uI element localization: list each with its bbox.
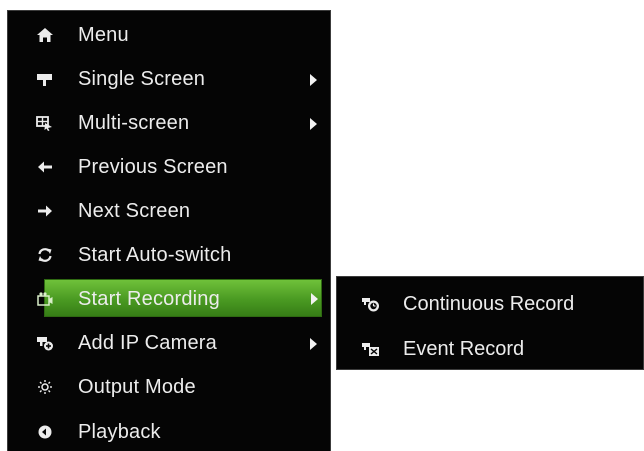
menu-item-next-screen[interactable]: Next Screen — [8, 192, 330, 230]
menu-item-playback[interactable]: Playback — [8, 413, 330, 451]
playback-icon — [34, 413, 56, 451]
menu-item-label: Previous Screen — [78, 156, 228, 178]
menu-item-label: Next Screen — [78, 200, 191, 222]
menu-item-label: Playback — [78, 421, 161, 443]
output-mode-icon — [34, 368, 56, 406]
event-record-icon — [359, 327, 383, 371]
refresh-icon — [34, 236, 56, 274]
arrow-left-icon — [34, 148, 56, 186]
multi-screen-icon — [34, 104, 56, 142]
menu-item-label: Add IP Camera — [78, 332, 217, 354]
submenu-arrow-icon — [311, 293, 318, 305]
menu-item-label: Output Mode — [78, 376, 196, 398]
menu-item-add-ip-camera[interactable]: Add IP Camera — [8, 324, 330, 362]
menu-item-multi-screen[interactable]: Multi-screen — [8, 104, 330, 142]
menu-item-start-recording[interactable]: Start Recording — [37, 279, 322, 317]
menu-item-label: Multi-screen — [78, 112, 190, 134]
arrow-right-icon — [34, 192, 56, 230]
menu-item-output-mode[interactable]: Output Mode — [8, 368, 330, 406]
submenu-arrow-icon — [310, 338, 317, 350]
submenu-item-label: Continuous Record — [403, 293, 575, 315]
menu-item-label: Single Screen — [78, 68, 206, 90]
submenu-item-event-record[interactable]: Event Record — [337, 327, 643, 371]
menu-item-menu[interactable]: Menu — [8, 16, 330, 54]
submenu-arrow-icon — [310, 118, 317, 130]
continuous-record-icon — [359, 282, 383, 326]
recording-icon — [34, 280, 56, 318]
submenu-item-label: Event Record — [403, 338, 525, 360]
menu-item-label: Start Auto-switch — [78, 244, 232, 266]
menu-item-start-auto-switch[interactable]: Start Auto-switch — [8, 236, 330, 274]
submenu-item-continuous-record[interactable]: Continuous Record — [337, 282, 643, 326]
context-menu: Menu Single Screen Multi-screen Previous… — [7, 10, 331, 451]
menu-item-label: Menu — [78, 24, 129, 46]
menu-item-label: Start Recording — [78, 288, 220, 310]
menu-item-previous-screen[interactable]: Previous Screen — [8, 148, 330, 186]
recording-submenu: Continuous Record Event Record — [336, 276, 644, 370]
menu-item-single-screen[interactable]: Single Screen — [8, 60, 330, 98]
home-icon — [34, 16, 56, 54]
submenu-arrow-icon — [310, 74, 317, 86]
add-ip-camera-icon — [34, 324, 56, 362]
camera-icon — [34, 60, 56, 98]
